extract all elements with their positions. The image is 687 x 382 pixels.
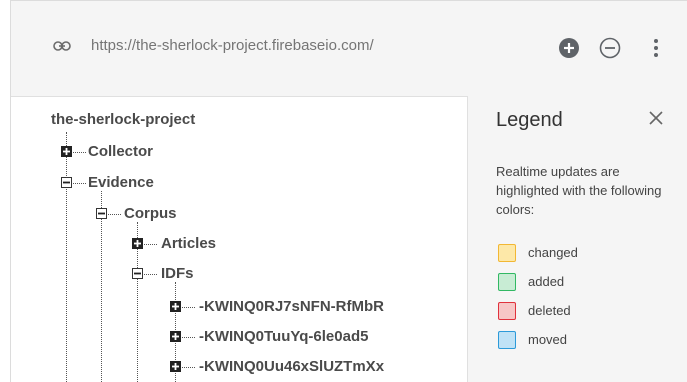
tree-node-idf-2[interactable]: -KWINQ0TuuYq-6le0ad5	[199, 328, 368, 345]
collapse-icon[interactable]	[132, 268, 143, 279]
close-icon[interactable]	[648, 110, 664, 126]
legend-label: added	[528, 274, 565, 289]
swatch-changed	[498, 244, 516, 262]
swatch-moved	[498, 331, 516, 349]
collapse-icon[interactable]	[61, 177, 72, 188]
data-tree: the-sherlock-project Collector Evidence	[11, 96, 467, 382]
database-url[interactable]: https://the-sherlock-project.firebaseio.…	[91, 37, 374, 54]
tree-node-idf-3[interactable]: -KWINQ0Uu46xSlUZTmXx	[199, 358, 384, 375]
url-bar: https://the-sherlock-project.firebaseio.…	[11, 1, 687, 97]
tree-node-idf-1[interactable]: -KWINQ0RJ7sNFN-RfMbR	[199, 298, 384, 315]
expand-icon[interactable]	[132, 238, 143, 249]
tree-guide-line	[101, 191, 102, 382]
legend-title: Legend	[496, 109, 563, 131]
swatch-added	[498, 273, 516, 291]
legend-label: deleted	[528, 303, 571, 318]
tree-node-idfs[interactable]: IDFs	[161, 265, 194, 282]
tree-node-collector[interactable]: Collector	[88, 143, 153, 160]
legend-label: moved	[528, 332, 568, 347]
swatch-deleted	[498, 302, 516, 320]
tree-node-corpus[interactable]: Corpus	[124, 205, 177, 222]
tree-node-articles[interactable]: Articles	[161, 235, 216, 252]
expand-icon[interactable]	[170, 361, 181, 372]
legend-description: Realtime updates are highlighted with th…	[496, 164, 662, 217]
legend-label: changed	[528, 245, 578, 260]
add-child-button[interactable]	[558, 37, 580, 59]
more-vert-icon[interactable]	[651, 37, 661, 59]
expand-icon[interactable]	[61, 146, 72, 157]
legend-panel: Legend Realtime updates are highlighted …	[467, 96, 687, 382]
remove-node-button[interactable]	[599, 37, 621, 59]
expand-icon[interactable]	[170, 301, 181, 312]
link-icon	[53, 41, 71, 51]
tree-node-evidence[interactable]: Evidence	[88, 174, 154, 191]
tree-root[interactable]: the-sherlock-project	[51, 111, 195, 128]
collapse-icon[interactable]	[96, 208, 107, 219]
firebase-database-panel: https://the-sherlock-project.firebaseio.…	[10, 0, 687, 382]
tree-guide-line	[66, 132, 67, 382]
expand-icon[interactable]	[170, 331, 181, 342]
